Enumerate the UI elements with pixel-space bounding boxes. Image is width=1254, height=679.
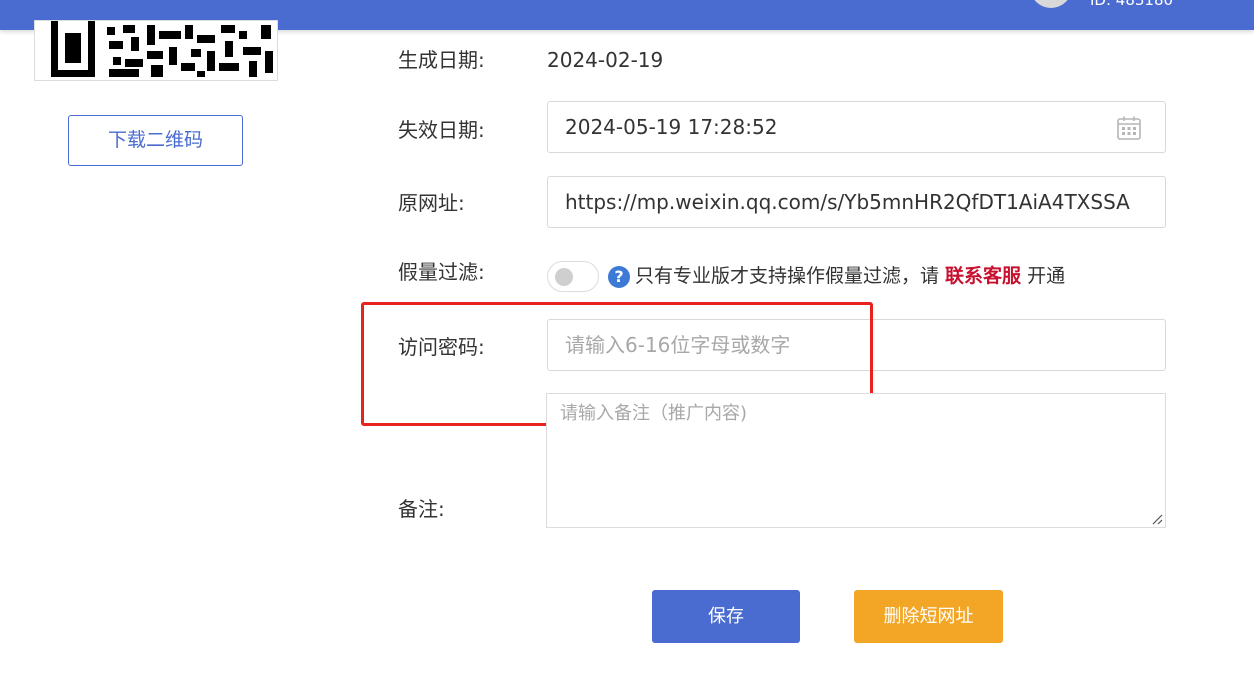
expire-date-value: 2024-05-19 17:28:52: [565, 115, 778, 139]
resize-handle-icon[interactable]: [1151, 513, 1163, 525]
qr-code-pattern: [51, 21, 273, 77]
fake-filter-note-prefix: 只有专业版才支持操作假量过滤，请: [635, 265, 946, 287]
user-avatar[interactable]: [1030, 0, 1072, 8]
user-id-text: ID: 483180: [1090, 0, 1174, 9]
original-url-input[interactable]: https://mp.weixin.qq.com/s/Yb5mnHR2QfDT1…: [547, 176, 1166, 228]
qr-code-image: [34, 20, 278, 81]
remark-label: 备注:: [398, 497, 445, 521]
fake-filter-toggle[interactable]: [547, 261, 599, 292]
fake-filter-note: 只有专业版才支持操作假量过滤，请 联系客服 开通: [635, 264, 1065, 288]
expire-date-input[interactable]: 2024-05-19 17:28:52: [547, 101, 1166, 153]
fake-filter-label: 假量过滤:: [398, 260, 485, 284]
contact-support-link[interactable]: 联系客服: [945, 265, 1021, 287]
remark-textarea[interactable]: 请输入备注（推广内容): [546, 393, 1166, 528]
toggle-knob: [555, 268, 573, 286]
fake-filter-note-suffix: 开通: [1021, 265, 1066, 287]
save-button[interactable]: 保存: [652, 590, 800, 643]
remark-placeholder: 请输入备注（推广内容): [560, 403, 748, 424]
delete-short-url-button[interactable]: 删除短网址: [854, 590, 1003, 643]
created-date-value: 2024-02-19: [547, 48, 664, 72]
calendar-icon[interactable]: [1117, 116, 1141, 140]
help-icon[interactable]: ?: [608, 266, 630, 288]
created-date-label: 生成日期:: [398, 48, 485, 72]
original-url-label: 原网址:: [398, 191, 465, 215]
expire-date-label: 失效日期:: [398, 118, 485, 142]
download-qr-button[interactable]: 下载二维码: [68, 115, 243, 166]
